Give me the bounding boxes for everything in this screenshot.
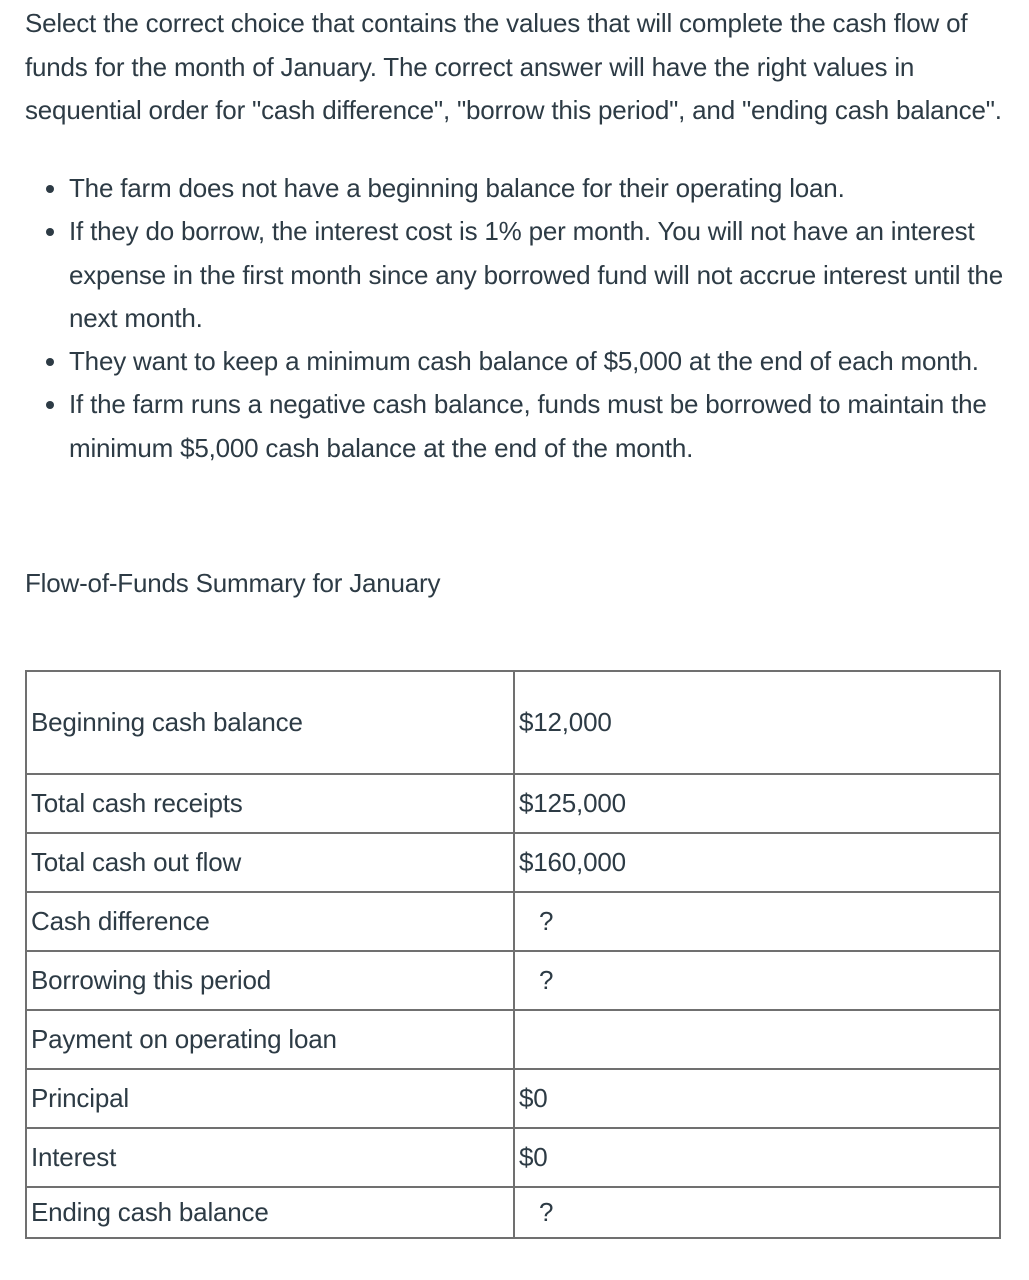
- row-value: [513, 1009, 1001, 1070]
- table-row: Interest $0: [25, 1127, 1001, 1188]
- row-label: Cash difference: [25, 891, 515, 952]
- assumptions-list: The farm does not have a beginning balan…: [25, 167, 1029, 470]
- flow-of-funds-table: Beginning cash balance $12,000 Total cas…: [25, 670, 1001, 1239]
- table-row: Cash difference ?: [25, 891, 1001, 952]
- row-value: ?: [513, 891, 1001, 952]
- row-value: $160,000: [513, 832, 1001, 893]
- row-label: Payment on operating loan: [25, 1009, 515, 1070]
- row-label: Total cash receipts: [25, 773, 515, 834]
- table-title: Flow-of-Funds Summary for January: [25, 568, 441, 598]
- assumption-item: If the farm runs a negative cash balance…: [69, 383, 1029, 470]
- row-value: $125,000: [513, 773, 1001, 834]
- table-row: Ending cash balance ?: [25, 1186, 1001, 1239]
- row-label: Total cash out flow: [25, 832, 515, 893]
- row-label: Borrowing this period: [25, 950, 515, 1011]
- row-label: Beginning cash balance: [25, 670, 515, 775]
- row-label: Interest: [25, 1127, 515, 1188]
- table-row: Principal $0: [25, 1068, 1001, 1129]
- row-value: $0: [513, 1068, 1001, 1129]
- table-row: Total cash receipts $125,000: [25, 773, 1001, 834]
- table-row: Total cash out flow $160,000: [25, 832, 1001, 893]
- row-value: $12,000: [513, 670, 1001, 775]
- row-value: $0: [513, 1127, 1001, 1188]
- table-row: Borrowing this period ?: [25, 950, 1001, 1011]
- row-label: Ending cash balance: [25, 1186, 515, 1239]
- assumption-item: They want to keep a minimum cash balance…: [69, 340, 1029, 383]
- question-prompt: Select the correct choice that contains …: [25, 8, 1002, 125]
- assumption-item: If they do borrow, the interest cost is …: [69, 210, 1029, 340]
- table-row: Beginning cash balance $12,000: [25, 670, 1001, 775]
- assumption-item: The farm does not have a beginning balan…: [69, 167, 1029, 210]
- row-label: Principal: [25, 1068, 515, 1129]
- table-row: Payment on operating loan: [25, 1009, 1001, 1070]
- row-value: ?: [513, 1186, 1001, 1239]
- row-value: ?: [513, 950, 1001, 1011]
